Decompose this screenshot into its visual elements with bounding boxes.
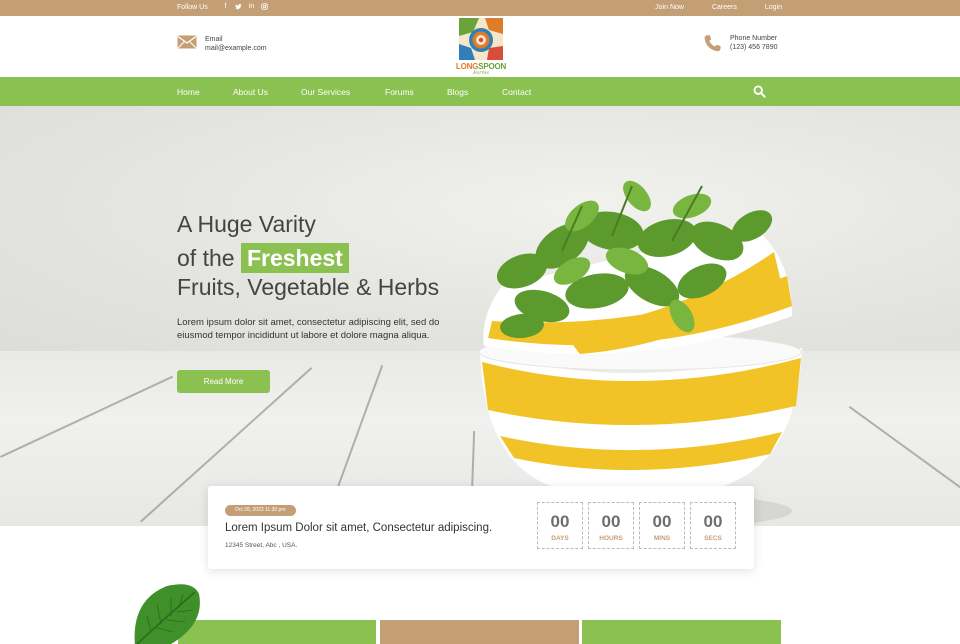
hero-description: Lorem ipsum dolor sit amet, consectetur … — [177, 317, 440, 341]
feature-block[interactable] — [178, 620, 376, 644]
countdown-unit: HOURS — [599, 535, 623, 542]
countdown-hours: 00 HOURS — [588, 502, 634, 549]
herb-bowl-image — [478, 180, 802, 526]
nav-item-about-us[interactable]: About Us — [233, 87, 301, 97]
nav-item-home[interactable]: Home — [177, 87, 233, 97]
event-address: 12345 Street, Abc , USA. — [225, 542, 298, 549]
phone-contact: Phone Number (123) 456 7890 — [703, 34, 777, 58]
follow-us-label: Follow Us — [177, 4, 208, 11]
countdown-value: 00 — [601, 512, 621, 531]
phone-label: Phone Number — [730, 35, 778, 42]
event-title[interactable]: Lorem Ipsum Dolor sit amet, Consectetur … — [225, 522, 492, 534]
hero-banner: A Huge Varity of the Freshest Fruits, Ve… — [0, 106, 960, 526]
hero-heading-line-3: Fruits, Vegetable & Herbs — [177, 274, 440, 300]
careers-link[interactable]: Careers — [712, 4, 737, 11]
countdown-mins: 00 MINS — [639, 502, 685, 549]
logo[interactable]: LONGSPOON Farms — [455, 18, 507, 76]
search-icon[interactable] — [753, 85, 766, 98]
event-date-badge: Oct 26, 2023 11:30 pm — [225, 505, 296, 516]
email-label: Email — [205, 36, 223, 43]
facebook-icon[interactable]: f — [222, 3, 229, 11]
countdown-unit: MINS — [653, 535, 671, 542]
phone-icon — [703, 34, 722, 58]
countdown-value: 00 — [652, 512, 672, 531]
instagram-icon[interactable] — [261, 3, 268, 11]
envelope-icon — [177, 35, 197, 54]
email-value[interactable]: mail@example.com — [205, 44, 267, 53]
email-contact: Email mail@example.com — [177, 35, 267, 54]
hero-heading-line-1: A Huge Varity — [177, 211, 316, 237]
login-link[interactable]: Login — [765, 4, 782, 11]
phone-value[interactable]: (123) 456 7890 — [730, 43, 777, 52]
twitter-icon[interactable] — [235, 3, 242, 11]
page: Follow Us f in Join Now Careers Login Em… — [0, 0, 960, 644]
countdown-value: 00 — [703, 512, 723, 531]
hero-heading-line-2: of the Freshest — [177, 243, 349, 273]
social-links: f in — [222, 3, 268, 11]
top-links: Join Now Careers Login — [655, 4, 782, 11]
countdown-value: 00 — [550, 512, 570, 531]
read-more-button[interactable]: Read More — [177, 370, 270, 393]
header: Email mail@example.com LONGSPOON Farms P… — [0, 16, 960, 77]
leaf-decoration-icon — [134, 584, 200, 644]
countdown-unit: DAYS — [551, 535, 569, 542]
countdown-days: 00 DAYS — [537, 502, 583, 549]
hero-highlight: Freshest — [240, 243, 349, 273]
main-nav: Home About Us Our Services Forums Blogs … — [0, 77, 960, 106]
nav-item-forums[interactable]: Forums — [385, 87, 447, 97]
feature-block[interactable] — [380, 620, 579, 644]
nav-item-contact[interactable]: Contact — [502, 87, 562, 97]
top-bar: Follow Us f in Join Now Careers Login — [0, 0, 960, 16]
countdown-secs: 00 SECS — [690, 502, 736, 549]
logo-mark-icon — [459, 18, 503, 60]
linkedin-icon[interactable]: in — [248, 3, 255, 11]
feature-block[interactable] — [582, 620, 781, 644]
nav-item-blogs[interactable]: Blogs — [447, 87, 502, 97]
nav-item-our-services[interactable]: Our Services — [301, 87, 385, 97]
join-now-link[interactable]: Join Now — [655, 4, 684, 11]
logo-subtext: Farms — [473, 70, 489, 76]
event-card: Oct 26, 2023 11:30 pm Lorem Ipsum Dolor … — [208, 486, 754, 569]
countdown-unit: SECS — [704, 535, 722, 542]
